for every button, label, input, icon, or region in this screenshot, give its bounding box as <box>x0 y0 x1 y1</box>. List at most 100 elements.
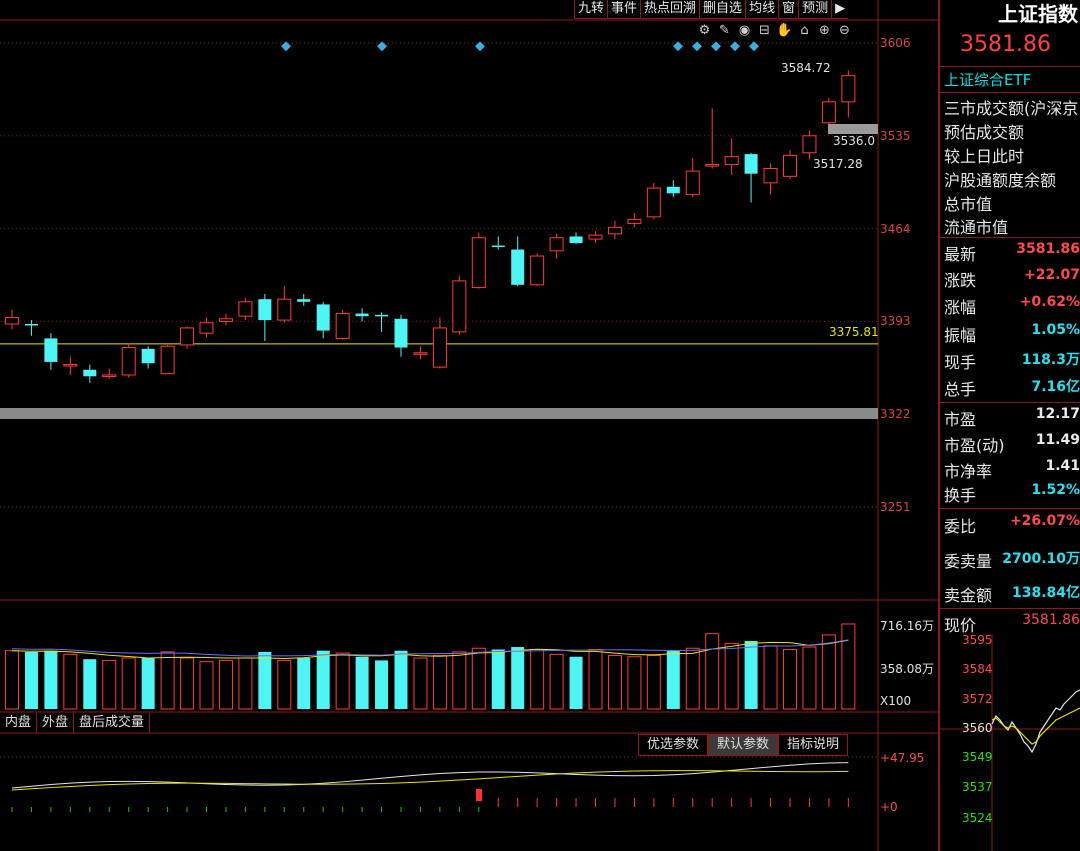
tab-optimal-params[interactable]: 优选参数 <box>638 734 709 756</box>
event-marker <box>281 41 291 52</box>
volume-bar-down <box>744 640 758 709</box>
stat-turnover-rate: 换手 1.52% <box>944 482 1080 505</box>
candle-body-up <box>121 347 136 376</box>
candle-body-up <box>705 164 720 167</box>
candle-body-up <box>199 322 214 334</box>
tab-default-params[interactable]: 默认参数 <box>708 734 779 756</box>
candle-body-down <box>569 236 583 243</box>
stat-total-vol: 总手 7.16亿 <box>944 379 1080 399</box>
volume-bar-up <box>413 657 428 710</box>
stat-latest: 最新 3581.86 <box>944 241 1080 264</box>
indicator-signal-marker <box>476 789 482 801</box>
candle-body-down <box>491 245 505 248</box>
volume-bar-down <box>375 660 389 709</box>
volume-bar-down <box>83 659 97 709</box>
volume-bar-down <box>491 649 505 709</box>
candle-body-up <box>685 170 700 196</box>
volume-unit-label: X100 <box>880 694 912 708</box>
volume-mid-label: 358.08万 <box>880 662 934 676</box>
volume-bar-down <box>141 657 155 709</box>
candle-body-up <box>646 187 661 218</box>
candle-body-up <box>432 327 447 368</box>
candle-body-up <box>102 374 117 377</box>
stat-sell-volume: 委卖量 2700.10万 <box>944 551 1080 571</box>
stat-change: 涨跌 +22.07 <box>944 267 1080 290</box>
volume-bar-up <box>102 659 117 710</box>
stat-order-ratio: 委比 +26.07% <box>944 513 1080 536</box>
stat-pb: 市净率 1.41 <box>944 458 1080 481</box>
stat-current-vol: 现手 118.3万 <box>944 352 1080 372</box>
price-tick: 3251 <box>880 500 911 514</box>
candle-body-up <box>413 352 428 355</box>
tab-after-hours-volume[interactable]: 盘后成交量 <box>74 713 151 733</box>
candle-body-down <box>394 318 408 348</box>
compare-yesterday-label: 较上日此时 <box>944 147 1025 166</box>
candle-body-up <box>627 218 642 224</box>
intraday-mini-chart[interactable] <box>940 634 1080 851</box>
candle-body-down <box>744 154 758 174</box>
total-market-cap-label: 总市值 <box>944 195 993 214</box>
volume-ma5-line <box>11 639 849 659</box>
volume-bar-up <box>783 648 797 710</box>
candle-body-up <box>841 75 856 103</box>
stat-amplitude: 振幅 1.05% <box>944 322 1080 345</box>
volume-bar-down <box>666 650 680 709</box>
stat-change-pct: 涨幅 +0.62% <box>944 294 1080 317</box>
volume-bar-up <box>121 657 136 710</box>
tab-indicator-help[interactable]: 指标说明 <box>778 734 849 756</box>
indicator-param-tabs: 优选参数 默认参数 指标说明 <box>638 734 849 756</box>
level-a-label: 3536.0 <box>833 134 875 148</box>
volume-bar-up <box>160 651 175 710</box>
event-marker <box>377 41 387 52</box>
event-marker <box>749 41 759 52</box>
mini-axis-tick: 3549 <box>962 750 993 764</box>
index-price: 3581.86 <box>960 32 1051 57</box>
candle-body-up <box>238 301 253 317</box>
indicator-zero-label: +0 <box>880 800 898 814</box>
candle-body-up <box>588 234 603 240</box>
tab-outer-volume[interactable]: 外盘 <box>37 713 75 733</box>
volume-bar-up <box>180 657 195 710</box>
candle-body-down <box>316 304 330 331</box>
index-title: 上证指数 <box>998 2 1078 26</box>
volume-bar-up <box>238 657 253 710</box>
volume-bar-up <box>63 653 78 710</box>
stat-sell-amount: 卖金额 138.84亿 <box>944 585 1080 605</box>
candle-body-up <box>530 255 545 286</box>
candle-body-up <box>5 316 19 325</box>
volume-bar-up <box>724 642 739 710</box>
candle-body-up <box>607 226 622 235</box>
candle-body-down <box>258 299 272 321</box>
candle-body-up <box>802 135 817 154</box>
volume-bar-up <box>335 652 350 710</box>
quote-panel: 上证指数 3581.86 上证综合ETF 三市成交额(沪深京 预估成交额 较上日… <box>938 0 1080 851</box>
tab-inner-volume[interactable]: 内盘 <box>0 713 38 733</box>
candle-body-up <box>724 156 739 166</box>
candle-body-down <box>355 313 369 317</box>
candle-body-up <box>218 318 233 322</box>
volume-bar-down <box>316 650 330 709</box>
candle-body-up <box>471 237 486 288</box>
candle-body-down <box>666 186 680 194</box>
candle-body-up <box>452 280 467 333</box>
estimated-turnover-label: 预估成交额 <box>944 123 1025 142</box>
volume-bar-up <box>218 659 233 710</box>
candle-body-up <box>160 345 175 375</box>
candle-body-down <box>24 324 38 326</box>
volume-bar-up <box>452 651 467 710</box>
volume-bar-up <box>5 650 19 710</box>
volume-bar-up <box>607 655 622 710</box>
candle-body-up <box>180 327 195 346</box>
price-tick: 3322 <box>880 407 911 421</box>
candle-body-down <box>44 338 58 362</box>
price-tick: 3393 <box>880 314 911 328</box>
candle-body-down <box>297 299 311 302</box>
indicator-max-label: +47.95 <box>880 751 925 765</box>
mini-axis-tick: 3584 <box>962 662 993 676</box>
volume-bar-up <box>432 655 447 710</box>
etf-link[interactable]: 上证综合ETF <box>944 69 1031 90</box>
volume-tabs: 内盘 外盘 盘后成交量 <box>0 713 151 733</box>
mini-chart-header: 现价 3581.86 <box>944 612 1080 635</box>
candle-body-up <box>783 154 797 177</box>
price-band <box>0 408 878 419</box>
